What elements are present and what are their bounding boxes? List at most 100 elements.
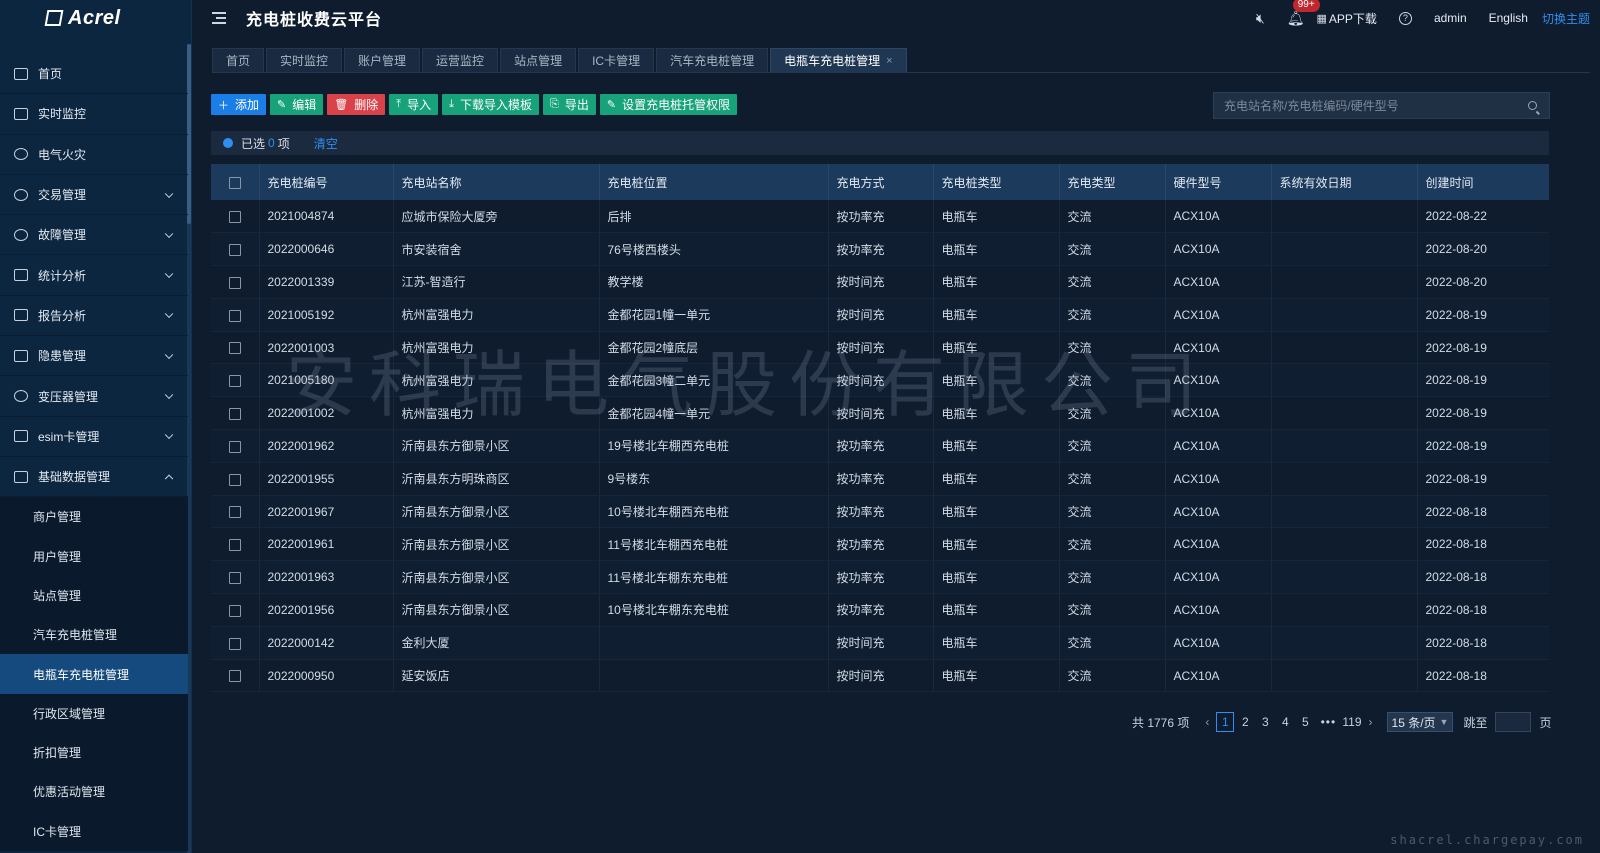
table-row[interactable]: 2022000950 延安饭店 按时间充 电瓶车 交流 ACX10A 2022-08-18 xyxy=(211,659,1549,693)
app-download-button[interactable]: ▦ APP下载 xyxy=(1317,10,1377,27)
page-size-select[interactable]: 15 条/页 ▼ xyxy=(1386,712,1454,732)
sidebar-item-1[interactable]: 实时监控 xyxy=(0,94,188,135)
prev-page-icon[interactable]: ‹ xyxy=(1205,715,1209,729)
table-row[interactable]: 2022000646 市安装宿舍 76号楼西楼头 按功率充 电瓶车 交流 ACX10A 202… xyxy=(211,232,1549,267)
row-checkbox[interactable] xyxy=(229,637,241,650)
table-row[interactable]: 2022000142 金利大厦 按时间充 电瓶车 交流 ACX10A 2022-08-18 xyxy=(211,626,1549,660)
page-number[interactable]: 2 xyxy=(1236,712,1254,732)
row-checkbox[interactable] xyxy=(229,375,241,388)
clear-selection-link[interactable]: 清空 xyxy=(314,135,338,152)
sidebar-subitem-1[interactable]: 用户管理 xyxy=(0,537,188,576)
set-permission-button[interactable]: ✎ 设置充电桩托管权限 xyxy=(599,94,738,115)
table-row[interactable]: 2022001962 沂南县东方御景小区 19号楼北车棚西充电桩 按功率充 电瓶车 交流 A… xyxy=(211,429,1549,463)
row-checkbox[interactable] xyxy=(229,539,241,552)
sidebar-subitem-0[interactable]: 商户管理 xyxy=(0,497,188,536)
sidebar-item-4[interactable]: 故障管理 xyxy=(0,215,188,256)
sidebar-item-6[interactable]: 报告分析 xyxy=(0,296,188,337)
sidebar-item-9[interactable]: esim卡管理 xyxy=(0,417,188,457)
tab-5[interactable]: IC卡管理 xyxy=(578,48,655,72)
language-switch[interactable]: English xyxy=(1489,11,1528,25)
add-button[interactable]: ＋ 添加 xyxy=(211,94,267,115)
table-cell: 电瓶车 xyxy=(933,462,1060,496)
table-row[interactable]: 2022001961 沂南县东方御景小区 11号楼北车棚西充电桩 按功率充 电瓶车 交流 A… xyxy=(211,527,1549,562)
tab-7[interactable]: 电瓶车充电桩管理 × xyxy=(770,48,907,72)
search-input[interactable] xyxy=(1214,98,1514,113)
table-row[interactable]: 2022001967 沂南县东方御景小区 10号楼北车棚西充电桩 按功率充 电瓶车 交流 A… xyxy=(211,495,1549,529)
sidebar-subitem-2[interactable]: 站点管理 xyxy=(0,576,188,615)
table-row[interactable]: 2022001956 沂南县东方御景小区 10号楼北车棚东充电桩 按功率充 电瓶车 交流 A… xyxy=(211,593,1549,627)
edit-button[interactable]: ✎ 编辑 xyxy=(270,94,324,115)
total-count: 共 1776 项 xyxy=(1132,715,1190,730)
table-row[interactable]: 2021005192 杭州富强电力 金都花园1幢一单元 按时间充 电瓶车 交流 ACX10A… xyxy=(211,298,1549,332)
table-row[interactable]: 2022001003 杭州富强电力 金都花园2幢底层 按时间充 电瓶车 交流 ACX10A 2… xyxy=(211,331,1549,365)
row-checkbox[interactable] xyxy=(229,210,241,223)
table-cell: 电瓶车 xyxy=(933,560,1060,595)
table-cell: 按功率充 xyxy=(828,495,934,529)
sidebar-subitem-4[interactable]: 电瓶车充电桩管理 xyxy=(0,654,188,694)
theme-switch-link[interactable]: 切换主题 xyxy=(1542,10,1590,27)
row-select-cell xyxy=(211,331,260,365)
table-cell: 2022000950 xyxy=(259,659,394,693)
row-checkbox[interactable] xyxy=(229,440,241,453)
sidebar-subitem-8[interactable]: IC卡管理 xyxy=(0,812,188,851)
import-button[interactable]: ⤒ 导入 xyxy=(389,94,439,115)
row-select-cell xyxy=(211,429,260,463)
row-checkbox[interactable] xyxy=(229,604,241,617)
row-checkbox[interactable] xyxy=(229,309,241,322)
sidebar-subitem-3[interactable]: 汽车充电桩管理 xyxy=(0,615,188,654)
row-checkbox[interactable] xyxy=(229,244,241,257)
export-button[interactable]: ⎘ 导出 xyxy=(543,94,596,115)
row-checkbox[interactable] xyxy=(229,473,241,486)
sidebar-item-7[interactable]: 隐患管理 xyxy=(0,336,188,377)
delete-button[interactable]: 🗑︎ 删除 xyxy=(327,94,386,115)
table-cell xyxy=(1271,298,1418,332)
sidebar-subitem-6[interactable]: 折扣管理 xyxy=(0,733,188,772)
sidebar-item-5[interactable]: 统计分析 xyxy=(0,255,188,296)
next-page-icon[interactable]: › xyxy=(1369,715,1373,729)
table-row[interactable]: 2022001963 沂南县东方御景小区 11号楼北车棚东充电桩 按功率充 电瓶车 交流 A… xyxy=(211,560,1549,595)
page-number[interactable]: 3 xyxy=(1256,712,1274,732)
row-checkbox[interactable] xyxy=(229,571,241,584)
sidebar-subitem-7[interactable]: 优惠活动管理 xyxy=(0,772,188,811)
page-ellipsis[interactable]: ••• xyxy=(1319,712,1337,732)
search-icon[interactable] xyxy=(1528,101,1537,110)
sidebar-item-2[interactable]: 电气火灾 xyxy=(0,135,188,175)
tab-6[interactable]: 汽车充电桩管理 xyxy=(656,48,769,72)
user-menu[interactable]: admin xyxy=(1434,11,1467,25)
table-cell: 电瓶车 xyxy=(933,593,1060,627)
jump-page-input[interactable] xyxy=(1495,712,1532,732)
row-checkbox[interactable] xyxy=(229,342,241,355)
row-checkbox[interactable] xyxy=(229,670,241,683)
mute-icon[interactable]: 🔇︎ xyxy=(1256,10,1265,27)
row-checkbox[interactable] xyxy=(229,408,241,420)
close-icon[interactable]: × xyxy=(886,55,892,67)
row-checkbox[interactable] xyxy=(229,276,241,289)
tab-0[interactable]: 首页 xyxy=(212,48,265,72)
page-number[interactable]: 1 xyxy=(1216,712,1235,732)
table-row[interactable]: 2021005180 杭州富强电力 金都花园3幢二单元 按时间充 电瓶车 交流 ACX10A… xyxy=(211,363,1549,398)
page-number-last[interactable]: 119 xyxy=(1342,712,1361,732)
sidebar-item-3[interactable]: 交易管理 xyxy=(0,175,188,216)
tab-2[interactable]: 账户管理 xyxy=(344,48,421,72)
tab-3[interactable]: 运营监控 xyxy=(422,48,499,72)
table-row[interactable]: 2022001339 江苏-智造行 教学楼 按时间充 电瓶车 交流 ACX10A 2022-0… xyxy=(211,265,1549,299)
tab-4[interactable]: 站点管理 xyxy=(500,48,577,72)
page-number[interactable]: 4 xyxy=(1276,712,1294,732)
table-row[interactable]: 2022001002 杭州富强电力 金都花园4幢一单元 按时间充 电瓶车 交流 ACX10A… xyxy=(211,396,1549,431)
sidebar-item-8[interactable]: 变压器管理 xyxy=(0,376,188,417)
select-all-checkbox[interactable] xyxy=(229,176,241,189)
table-cell: 交流 xyxy=(1059,495,1166,529)
row-checkbox[interactable] xyxy=(229,506,241,519)
tab-1[interactable]: 实时监控 xyxy=(266,48,343,72)
sidebar-item-10[interactable]: 基础数据管理 xyxy=(0,457,188,498)
table-row[interactable]: 2022001955 沂南县东方明珠商区 9号楼东 按功率充 电瓶车 交流 ACX10A 20… xyxy=(211,462,1549,496)
table-row[interactable]: 2021004874 应城市保险大厦旁 后排 按功率充 电瓶车 交流 ACX10A 2022-… xyxy=(211,200,1549,234)
table-cell: 10号楼北车棚东充电桩 xyxy=(599,593,829,627)
page-number[interactable]: 5 xyxy=(1296,712,1314,732)
sidebar-item-0[interactable]: 首页 xyxy=(0,54,188,95)
sidebar-subitem-5[interactable]: 行政区域管理 xyxy=(0,694,188,733)
help-icon[interactable]: ? xyxy=(1398,11,1412,25)
menu-fold-icon[interactable] xyxy=(212,12,226,24)
download-template-button[interactable]: ⤓ 下载导入模板 xyxy=(442,94,540,115)
notification-button[interactable]: 🔔︎ 99+ xyxy=(1287,0,1320,27)
